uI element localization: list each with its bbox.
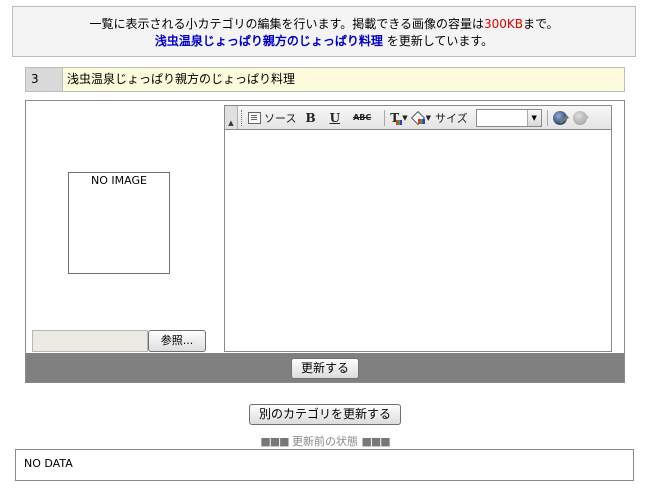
image-preview: NO IMAGE (68, 172, 170, 274)
info-line-2: 浅虫温泉じょっぱり親方のじょっぱり料理 を更新しています。 (13, 33, 635, 50)
source-button[interactable]: ソース (248, 110, 296, 126)
heading-squares-left: ■■■ (260, 435, 289, 448)
text-color-button[interactable]: T ▼ (390, 110, 408, 125)
update-button[interactable]: 更新する (290, 357, 359, 379)
toolbar-separator (384, 109, 386, 126)
category-title: 浅虫温泉じょっぱり親方のじょっぱり料理 (62, 68, 624, 91)
previous-state-label: 更新前の状態 (288, 435, 362, 448)
previous-state-box: NO DATA (15, 449, 634, 481)
size-limit: 300KB (484, 17, 524, 31)
chevron-down-icon: ▼ (425, 113, 431, 122)
bold-button[interactable]: B (300, 111, 320, 125)
other-category-wrap: 別のカテゴリを更新する (0, 404, 650, 425)
underline-button[interactable]: U (325, 111, 345, 125)
file-path-input[interactable] (32, 330, 148, 352)
toolbar-collapse-icon[interactable]: ▲ (225, 106, 238, 129)
heading-squares-right: ■■■ (361, 435, 391, 448)
info-text: 一覧に表示される小カテゴリの編集を行います。掲載できる画像の容量は (89, 17, 485, 31)
submit-bar: 更新する (26, 353, 624, 382)
strikethrough-button[interactable]: ABC (349, 113, 375, 122)
font-size-select[interactable]: ▼ (475, 108, 542, 127)
rich-text-editor: ▲ ソース B U ABC T ▼ ▼ サイズ ▼ (224, 105, 612, 352)
paint-bucket-icon (412, 112, 425, 124)
link-globe-icon[interactable] (552, 110, 567, 125)
size-label: サイズ (434, 111, 468, 125)
background-color-button[interactable]: ▼ (412, 112, 431, 124)
source-icon (248, 111, 261, 124)
category-name: 浅虫温泉じょっぱり親方のじょっぱり料理 (154, 34, 383, 48)
edit-panel: NO IMAGE 参照... ▲ ソース B U ABC T ▼ ▼ サイズ ▼… (25, 100, 625, 383)
info-text-suffix: まで。 (523, 17, 559, 31)
updating-text: を更新しています。 (382, 34, 494, 48)
editor-content-area[interactable] (225, 130, 611, 351)
other-category-button[interactable]: 別のカテゴリを更新する (248, 404, 401, 425)
previous-state-heading: ■■■ 更新前の状態 ■■■ (0, 433, 650, 449)
toolbar-grip-icon (241, 109, 244, 126)
info-box: 一覧に表示される小カテゴリの編集を行います。掲載できる画像の容量は300KBまで… (12, 6, 636, 57)
info-line-1: 一覧に表示される小カテゴリの編集を行います。掲載できる画像の容量は300KBまで… (13, 16, 635, 33)
chevron-down-icon[interactable]: ▼ (526, 109, 541, 126)
unlink-globe-icon (572, 110, 587, 125)
browse-button[interactable]: 参照... (148, 330, 206, 352)
text-color-icon: T (390, 110, 403, 125)
source-label: ソース (264, 111, 297, 125)
chevron-down-icon: ▼ (402, 113, 408, 122)
category-title-row: 3 浅虫温泉じょっぱり親方のじょっぱり料理 (25, 67, 625, 92)
category-number: 3 (26, 68, 62, 91)
editor-toolbar: ▲ ソース B U ABC T ▼ ▼ サイズ ▼ (225, 106, 611, 130)
toolbar-separator (546, 109, 548, 126)
